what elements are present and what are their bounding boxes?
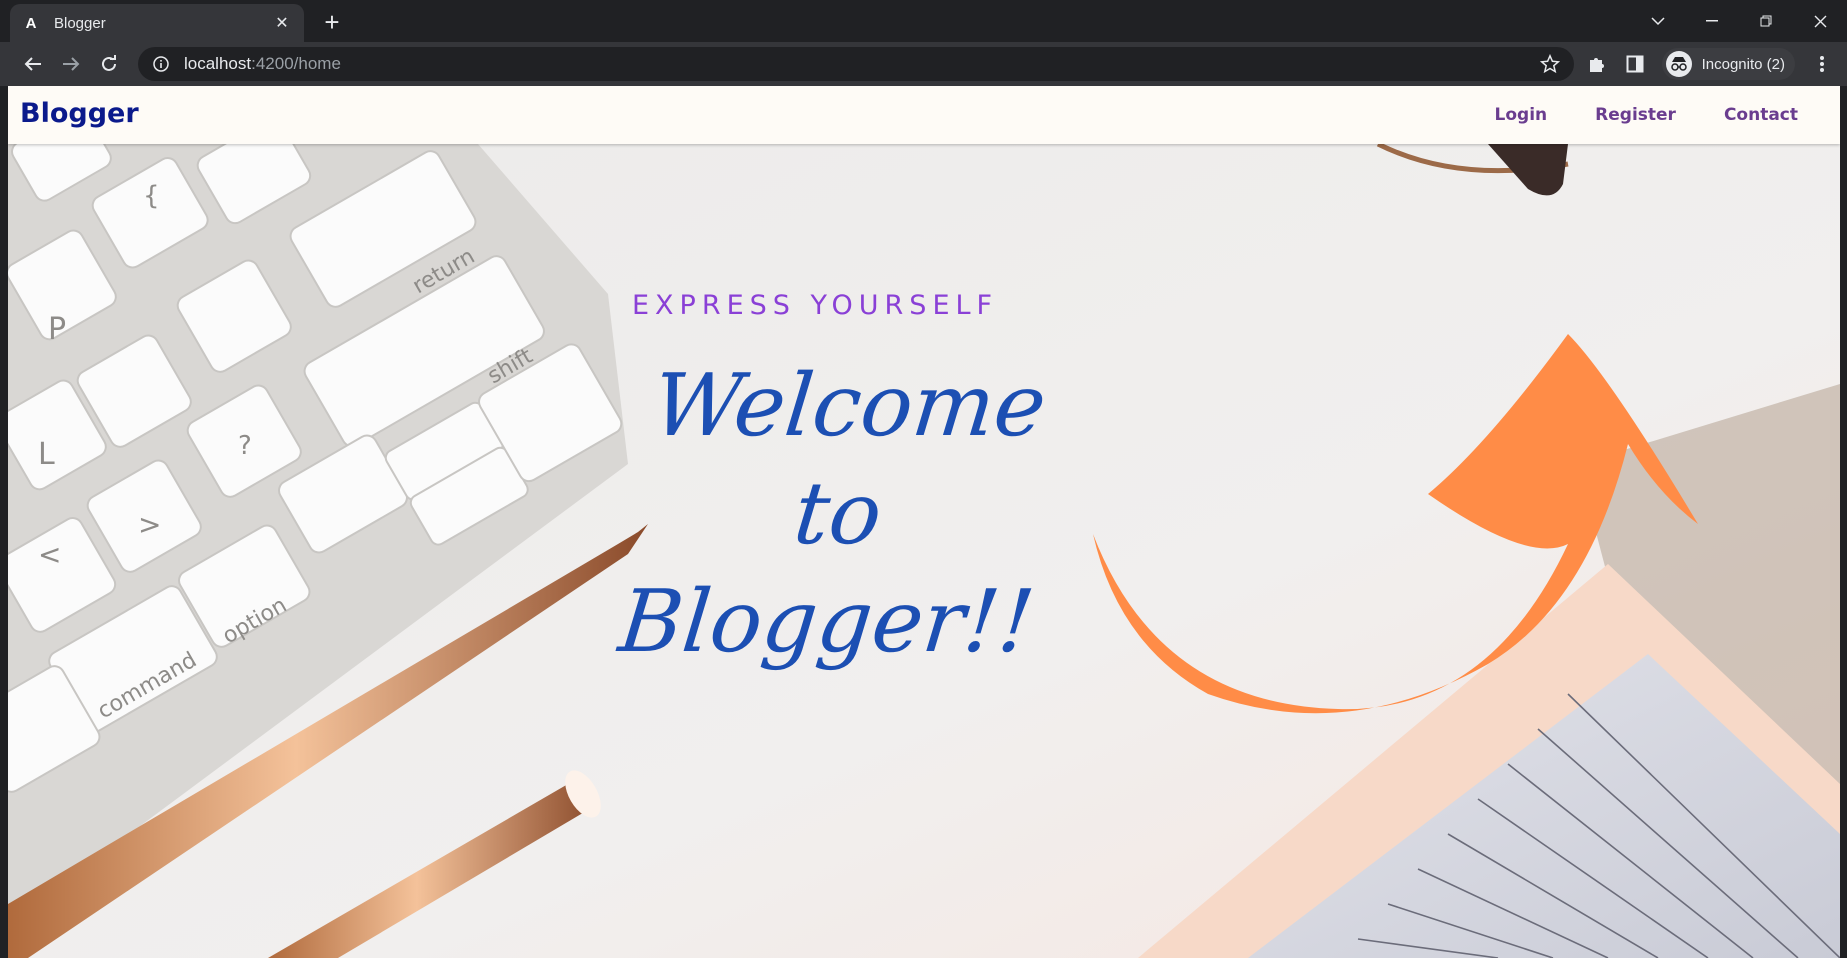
- svg-text:<: <: [38, 538, 61, 571]
- nav-register-link[interactable]: Register: [1595, 105, 1676, 125]
- new-tab-button[interactable]: +: [318, 8, 346, 36]
- site-info-icon[interactable]: [152, 55, 170, 73]
- close-tab-icon[interactable]: ✕: [272, 13, 292, 33]
- incognito-label: Incognito (2): [1701, 55, 1785, 73]
- url-text[interactable]: localhost:4200/home: [184, 54, 341, 74]
- web-page: Blogger Login Register Contact return sh…: [8, 86, 1840, 958]
- angular-favicon-icon: A: [25, 14, 37, 32]
- reload-icon[interactable]: [90, 45, 128, 83]
- site-navbar: Blogger Login Register Contact: [8, 86, 1840, 144]
- back-arrow-icon[interactable]: [14, 45, 52, 83]
- hero-banner: return shift option command P L > < ? {: [8, 144, 1840, 958]
- forward-arrow-icon[interactable]: [52, 45, 90, 83]
- svg-text:{: {: [143, 181, 160, 211]
- close-window-button[interactable]: [1793, 0, 1847, 42]
- hero-tagline: EXPRESS YOURSELF: [632, 290, 999, 321]
- tab-search-chevron-icon[interactable]: [1631, 0, 1685, 42]
- nav-contact-link[interactable]: Contact: [1724, 105, 1798, 125]
- minimize-button[interactable]: [1685, 0, 1739, 42]
- tab-title: Blogger: [54, 14, 106, 32]
- incognito-badge[interactable]: Incognito (2): [1661, 48, 1795, 80]
- svg-text:>: >: [138, 508, 161, 541]
- browser-tabstrip: A Blogger ✕ +: [0, 0, 1847, 42]
- toolbar-right: Incognito (2): [1578, 42, 1841, 86]
- address-bar[interactable]: localhost:4200/home: [138, 47, 1574, 81]
- star-icon[interactable]: [1539, 53, 1561, 79]
- browser-toolbar: localhost:4200/home Incognito (2): [0, 42, 1847, 86]
- restore-button[interactable]: [1739, 0, 1793, 42]
- hero-headline-line2: Blogger!!: [614, 572, 1039, 672]
- nav-links: Login Register Contact: [1447, 86, 1798, 144]
- svg-text:?: ?: [238, 431, 252, 461]
- incognito-icon: [1665, 51, 1692, 77]
- side-panel-icon[interactable]: [1616, 45, 1654, 83]
- hero-headline-line1: Welcome to: [648, 356, 1051, 564]
- svg-text:L: L: [38, 437, 55, 472]
- nav-login-link[interactable]: Login: [1495, 105, 1548, 125]
- svg-text:P: P: [48, 312, 66, 347]
- site-brand-logo[interactable]: Blogger: [20, 98, 139, 129]
- browser-tab[interactable]: A Blogger ✕: [10, 4, 304, 42]
- url-path: :4200/home: [251, 54, 341, 73]
- url-host: localhost: [184, 54, 252, 73]
- hero-headline: Welcome to Blogger!!: [581, 352, 1095, 676]
- kebab-menu-icon[interactable]: [1803, 45, 1841, 83]
- window-controls: [1631, 0, 1847, 42]
- puzzle-icon[interactable]: [1578, 45, 1616, 83]
